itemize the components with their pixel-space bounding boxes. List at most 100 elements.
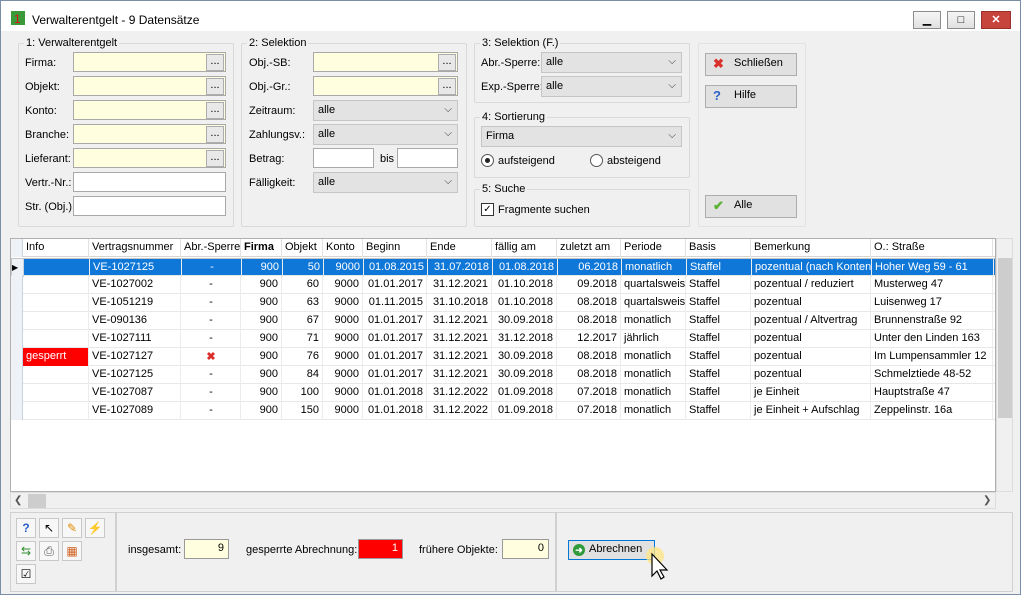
row-header[interactable] xyxy=(11,402,23,420)
cell-sperre: - xyxy=(181,402,241,420)
horizontal-scrollbar[interactable]: ❮ ❯ xyxy=(10,492,996,509)
scroll-right-icon[interactable]: ❯ xyxy=(983,495,991,506)
lightning-icon[interactable]: ⚡ xyxy=(85,518,105,538)
column-header-nr[interactable]: Vertragsnummer xyxy=(89,239,181,257)
table-row[interactable]: ▶ VE-1027125-900 50 9000 01.08.2015 31.07.201… xyxy=(11,258,995,277)
pencil-icon[interactable]: ✎ xyxy=(62,518,82,538)
table-row[interactable]: VE-1051219-900 63 9000 01.11.2015 31.10.2018… xyxy=(11,294,995,312)
column-header-faellig[interactable]: fällig am xyxy=(492,239,557,257)
obj-sb-browse-button[interactable]: ... xyxy=(438,54,456,71)
row-header[interactable] xyxy=(11,312,23,330)
konto-browse-button[interactable]: ... xyxy=(206,102,224,119)
betrag-to-field[interactable] xyxy=(397,148,458,168)
pointer-icon[interactable]: ↖ xyxy=(39,518,59,538)
objekt-browse-button[interactable]: ... xyxy=(206,78,224,95)
cell-str: Hauptstraße 47 xyxy=(871,384,993,402)
cell-nr: VE-1027087 xyxy=(89,384,181,402)
column-header-sperre[interactable]: Abr.-Sperre xyxy=(181,239,241,257)
faelligkeit-select[interactable]: alle ⌵ xyxy=(313,172,458,193)
frueher-label: frühere Objekte: xyxy=(419,544,498,556)
row-header[interactable] xyxy=(11,384,23,402)
konto-field[interactable] xyxy=(73,100,226,120)
cell-sperre: - xyxy=(181,312,241,330)
abr-sperre-select[interactable]: alle ⌵ xyxy=(541,52,682,73)
lieferant-field[interactable] xyxy=(73,148,226,168)
cell-beginn: 01.01.2017 xyxy=(363,276,427,294)
cell-info xyxy=(23,384,89,402)
firma-field[interactable] xyxy=(73,52,226,72)
vertical-scrollbar[interactable] xyxy=(996,238,1013,492)
column-header-bem[interactable]: Bemerkung xyxy=(751,239,871,257)
schliessen-button[interactable]: ✖ Schließen xyxy=(705,53,797,76)
scroll-left-icon[interactable]: ❮ xyxy=(14,495,22,506)
cell-ende: 31.12.2021 xyxy=(427,330,492,348)
vertical-scroll-thumb[interactable] xyxy=(998,258,1012,418)
column-header-firma[interactable]: Firma xyxy=(241,239,282,257)
cell-sperre: - xyxy=(181,330,241,348)
maximize-button[interactable]: □ xyxy=(947,11,975,29)
cell-objekt: 60 xyxy=(282,276,323,294)
contracts-table[interactable]: Info Vertragsnummer Abr.-Sperre Firma Objekt… xyxy=(10,238,996,492)
row-header[interactable] xyxy=(11,276,23,294)
table-row[interactable]: gesperrt VE-1027127 ✖ 900 76 9000 01.01.2017 31… xyxy=(11,348,995,366)
column-header-str[interactable]: O.: Straße xyxy=(871,239,993,257)
refresh-icon[interactable]: ⇆ xyxy=(16,541,36,561)
lieferant-browse-button[interactable]: ... xyxy=(206,150,224,167)
zeitraum-select[interactable]: alle ⌵ xyxy=(313,100,458,121)
hilfe-button[interactable]: ? Hilfe xyxy=(705,85,797,108)
sort-asc-label[interactable]: aufsteigend xyxy=(498,155,555,167)
row-header[interactable] xyxy=(11,366,23,384)
printer-icon[interactable]: ⎙ xyxy=(39,541,59,561)
checkbox-icon[interactable]: ☑ xyxy=(16,564,36,584)
cell-beginn: 01.01.2017 xyxy=(363,366,427,384)
column-header-ende[interactable]: Ende xyxy=(427,239,492,257)
exp-sperre-select[interactable]: alle ⌵ xyxy=(541,76,682,97)
column-header-basis[interactable]: Basis xyxy=(686,239,751,257)
table-row[interactable]: VE-1027089-900 150 9000 01.01.2018 31.12.202… xyxy=(11,402,995,420)
branche-browse-button[interactable]: ... xyxy=(206,126,224,143)
grid-icon[interactable]: ▦ xyxy=(62,541,82,561)
sort-asc-radio[interactable] xyxy=(481,154,494,167)
fragmente-checkbox[interactable]: ✓ xyxy=(481,203,494,216)
cell-faellig: 01.09.2018 xyxy=(492,384,557,402)
betrag-from-field[interactable] xyxy=(313,148,374,168)
vertr-nr-field[interactable] xyxy=(73,172,226,192)
cell-bem: pozentual xyxy=(751,366,871,384)
column-header-objekt[interactable]: Objekt xyxy=(282,239,323,257)
objekt-field[interactable] xyxy=(73,76,226,96)
row-header[interactable] xyxy=(11,330,23,348)
close-window-button[interactable]: ✕ xyxy=(981,11,1011,29)
sort-desc-label[interactable]: absteigend xyxy=(607,155,661,167)
column-header-info[interactable]: Info xyxy=(23,239,89,257)
cell-firma: 900 xyxy=(241,312,282,330)
cell-zuletzt: 12.2017 xyxy=(557,330,621,348)
cell-zuletzt: 07.2018 xyxy=(557,402,621,420)
str-obj-field[interactable] xyxy=(73,196,226,216)
column-header-periode[interactable]: Periode xyxy=(621,239,686,257)
row-header[interactable] xyxy=(11,294,23,312)
horizontal-scroll-thumb[interactable] xyxy=(28,494,46,508)
table-row[interactable]: VE-1027111-900 71 9000 01.01.2017 31.12.2021… xyxy=(11,330,995,348)
firma-browse-button[interactable]: ... xyxy=(206,54,224,71)
table-row[interactable]: VE-1027002-900 60 9000 01.01.2017 31.12.2021… xyxy=(11,276,995,294)
cell-basis: Staffel xyxy=(686,330,751,348)
table-row[interactable]: VE-1027087-900 100 9000 01.01.2018 31.12.202… xyxy=(11,384,995,402)
row-header[interactable]: ▶ xyxy=(12,259,24,277)
row-header[interactable] xyxy=(11,348,23,366)
branche-field[interactable] xyxy=(73,124,226,144)
zahlungsv-select[interactable]: alle ⌵ xyxy=(313,124,458,145)
alle-button[interactable]: ✔ Alle xyxy=(705,195,797,218)
obj-gr-browse-button[interactable]: ... xyxy=(438,78,456,95)
fragmente-label[interactable]: Fragmente suchen xyxy=(498,204,590,216)
column-header-zuletzt[interactable]: zuletzt am xyxy=(557,239,621,257)
table-row[interactable]: VE-090136-900 67 9000 01.01.2017 31.12.2021 3… xyxy=(11,312,995,330)
sort-desc-radio[interactable] xyxy=(590,154,603,167)
column-header-konto[interactable]: Konto xyxy=(323,239,363,257)
obj-sb-field[interactable] xyxy=(313,52,458,72)
minimize-button[interactable]: ▁ xyxy=(913,11,941,29)
sort-field-select[interactable]: Firma ⌵ xyxy=(481,126,682,147)
help-icon[interactable]: ? xyxy=(16,518,36,538)
obj-gr-field[interactable] xyxy=(313,76,458,96)
column-header-beginn[interactable]: Beginn xyxy=(363,239,427,257)
table-row[interactable]: VE-1027125-900 84 9000 01.01.2017 31.12.2021… xyxy=(11,366,995,384)
